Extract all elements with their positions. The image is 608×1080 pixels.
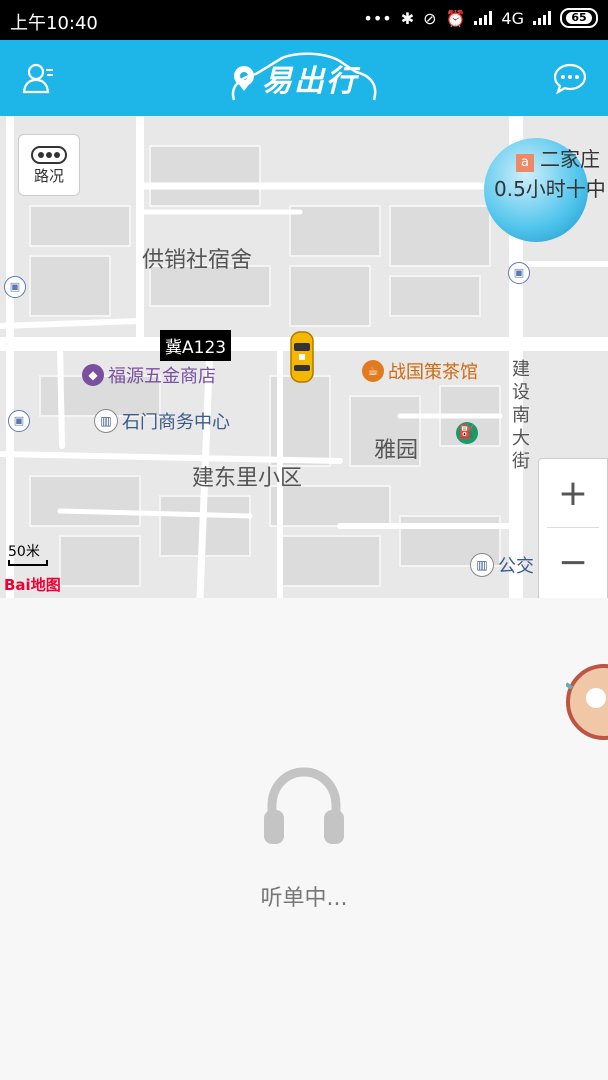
- message-button[interactable]: [550, 58, 590, 98]
- bus-stop-icon-2: ▣: [8, 410, 30, 432]
- status-time: 上午10:40: [10, 13, 98, 34]
- battery-icon: 65: [560, 8, 598, 28]
- traffic-light-icon: [31, 145, 67, 164]
- poi-bus-label: 公交: [498, 556, 534, 577]
- building-icon: ▥: [94, 409, 118, 433]
- status-bar: 上午10:40 ••• ✱ ⊘ ⏰ 4G 65: [0, 0, 608, 40]
- poi-hardware-store-label: 福源五金商店: [108, 366, 216, 387]
- float-badge-text: a 二家庄 0.5小时十中: [494, 144, 606, 204]
- alarm-icon: ⏰: [445, 8, 466, 28]
- map-scale-bar: [8, 560, 48, 566]
- battery-level: 65: [566, 12, 592, 24]
- poi-teahouse-label: 战国策茶馆: [388, 362, 478, 383]
- tea-cup-icon: ☕: [362, 360, 384, 382]
- car-plate-label: 冀A123: [160, 330, 232, 361]
- float-badge-line2: 0.5小时十中: [494, 177, 606, 201]
- user-profile-icon: [22, 63, 53, 94]
- poi-business-center-label: 石门商务中心: [122, 412, 230, 433]
- gas-station-icon: ⛽: [456, 422, 478, 444]
- order-listening-panel: 听单中...: [0, 598, 608, 1080]
- map-view[interactable]: a 二家庄 0.5小时十中 路况 供销社宿舍 雅园 建东里小区 建设南大街 ◆ 福…: [0, 116, 608, 598]
- headphones-icon: [264, 767, 344, 844]
- baidu-logo: Bai地图: [4, 576, 61, 594]
- network-type: 4G: [501, 8, 524, 28]
- more-dots-icon: •••: [363, 8, 392, 28]
- chat-bubble-icon: [553, 63, 587, 95]
- car-icon[interactable]: [290, 331, 314, 383]
- signal-icon-2: [533, 11, 551, 25]
- map-scale-label: 50米: [8, 544, 40, 560]
- bus-stop-icon-3: ▣: [508, 262, 530, 284]
- profile-button[interactable]: [18, 58, 58, 98]
- listening-status: 听单中...: [260, 886, 348, 911]
- building-icon-2: ▥: [470, 553, 494, 577]
- street-label: 建设南大街: [512, 359, 530, 472]
- bluetooth-icon: ✱: [400, 8, 415, 28]
- poi-bus[interactable]: ▥ 公交: [470, 552, 534, 578]
- area-label-gongxiao: 供销社宿舍: [142, 248, 253, 273]
- logo-car-outline: [231, 52, 377, 101]
- shop-bag-icon: ◆: [82, 364, 104, 386]
- signal-icon: [474, 11, 493, 25]
- zoom-controls: + −: [538, 458, 608, 598]
- traffic-label: 路况: [33, 166, 64, 185]
- bus-stop-icon: ▣: [4, 276, 26, 298]
- poi-teahouse[interactable]: ☕ 战国策茶馆: [362, 358, 478, 384]
- zoom-out-button[interactable]: −: [539, 528, 607, 596]
- subway-icon: a: [516, 154, 534, 172]
- float-badge-line1: 二家庄: [540, 147, 600, 171]
- app-header: 易出行: [0, 40, 608, 116]
- mascot-icon[interactable]: [566, 658, 608, 748]
- silent-icon: ⊘: [423, 8, 437, 28]
- poi-hardware-store[interactable]: ◆ 福源五金商店: [82, 362, 216, 388]
- traffic-toggle-button[interactable]: 路况: [18, 134, 80, 196]
- status-icons: ••• ✱ ⊘ ⏰ 4G 65: [363, 8, 598, 28]
- poi-business-center[interactable]: ▥ 石门商务中心: [94, 408, 230, 434]
- area-label-yayuan: 雅园: [374, 438, 419, 463]
- area-label-jiandongli: 建东里小区: [192, 466, 303, 491]
- zoom-in-button[interactable]: +: [539, 459, 607, 527]
